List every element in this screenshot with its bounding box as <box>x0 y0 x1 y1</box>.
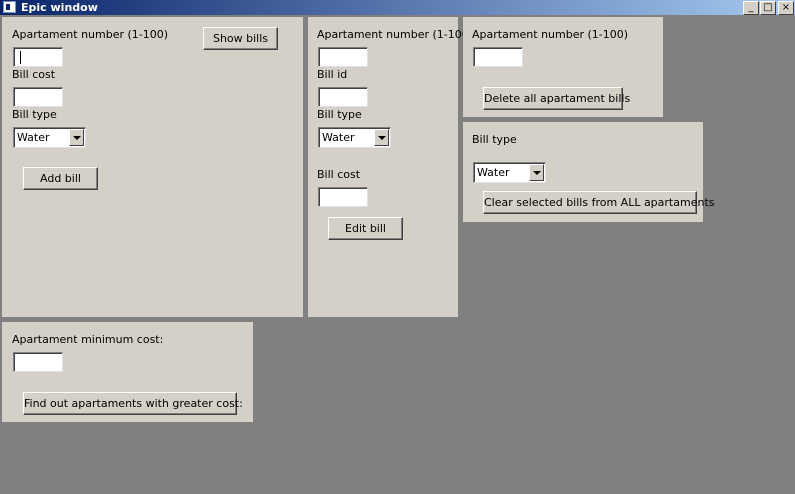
show-bills-button[interactable]: Show bills <box>203 27 278 50</box>
chevron-down-icon[interactable] <box>69 129 84 146</box>
bill-type-dropdown[interactable]: Water <box>13 127 86 148</box>
apartment-number-input[interactable] <box>473 47 523 67</box>
minimize-button[interactable]: _ <box>743 1 759 15</box>
delete-all-bills-button[interactable]: Delete all apartament bills <box>483 87 630 110</box>
bill-id-label: Bill id <box>317 68 348 81</box>
apartment-number-label: Apartament number (1-100) <box>12 28 169 41</box>
title-bar[interactable]: Epic window _ □ × <box>0 0 795 15</box>
bill-type-dropdown[interactable]: Water <box>473 162 546 183</box>
edit-bill-panel: Apartament number (1-100) Bill id Bill t… <box>308 17 473 317</box>
window-client-area: Apartament number (1-100) Show bills Bil… <box>0 15 795 494</box>
chevron-down-icon[interactable] <box>374 129 389 146</box>
bill-type-dropdown[interactable]: Water <box>318 127 391 148</box>
close-button[interactable]: × <box>778 1 794 15</box>
bill-cost-label: Bill cost <box>12 68 56 81</box>
bill-id-input[interactable] <box>318 87 368 107</box>
minimum-cost-label: Apartament minimum cost: <box>12 333 164 346</box>
bill-type-selected: Water <box>322 131 355 144</box>
bill-cost-input[interactable] <box>318 187 368 207</box>
apartment-number-label: Apartament number (1-100) <box>317 28 474 41</box>
apartment-number-input[interactable] <box>13 47 63 67</box>
bill-type-label: Bill type <box>317 108 362 121</box>
bill-type-selected: Water <box>477 166 510 179</box>
add-bill-panel: Apartament number (1-100) Show bills Bil… <box>2 17 303 317</box>
window-title: Epic window <box>21 1 98 14</box>
minimum-cost-panel: Apartament minimum cost: Find out aparta… <box>2 322 253 422</box>
minimum-cost-input[interactable] <box>13 352 63 372</box>
apartment-number-label: Apartament number (1-100) <box>472 28 629 41</box>
find-apartments-button[interactable]: Find out apartaments with greater cost: <box>23 392 243 415</box>
apartment-number-input[interactable] <box>318 47 368 67</box>
bill-type-selected: Water <box>17 131 50 144</box>
maximize-button[interactable]: □ <box>760 1 776 15</box>
bill-cost-input[interactable] <box>13 87 63 107</box>
bill-type-label: Bill type <box>472 133 517 146</box>
text-caret <box>20 51 21 64</box>
delete-bills-panel: Apartament number (1-100) Delete all apa… <box>463 17 663 117</box>
edit-bill-button[interactable]: Edit bill <box>328 217 403 240</box>
clear-selected-bills-button[interactable]: Clear selected bills from ALL apartament… <box>483 191 714 214</box>
clear-bills-panel: Bill type Water Clear selected bills fro… <box>463 122 714 222</box>
bill-cost-label: Bill cost <box>317 168 361 181</box>
chevron-down-icon[interactable] <box>529 164 544 181</box>
add-bill-button[interactable]: Add bill <box>23 167 98 190</box>
app-window-icon <box>3 1 16 13</box>
bill-type-label: Bill type <box>12 108 57 121</box>
